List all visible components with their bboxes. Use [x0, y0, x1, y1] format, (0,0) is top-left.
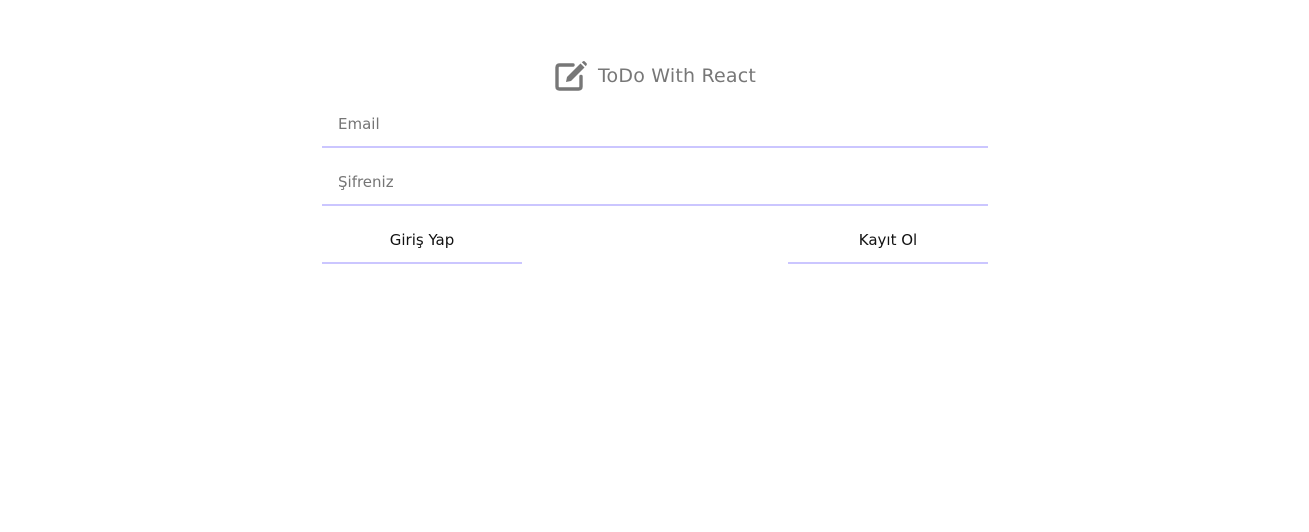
- email-input[interactable]: [322, 102, 988, 146]
- app-title: ToDo With React: [597, 65, 757, 87]
- login-button[interactable]: Giriş Yap: [322, 218, 522, 264]
- password-field-wrapper: [322, 160, 988, 206]
- email-field-wrapper: [322, 102, 988, 148]
- register-button[interactable]: Kayıt Ol: [788, 218, 988, 264]
- app-header: ToDo With React: [322, 58, 988, 94]
- edit-icon: [554, 59, 588, 93]
- password-input[interactable]: [322, 160, 988, 204]
